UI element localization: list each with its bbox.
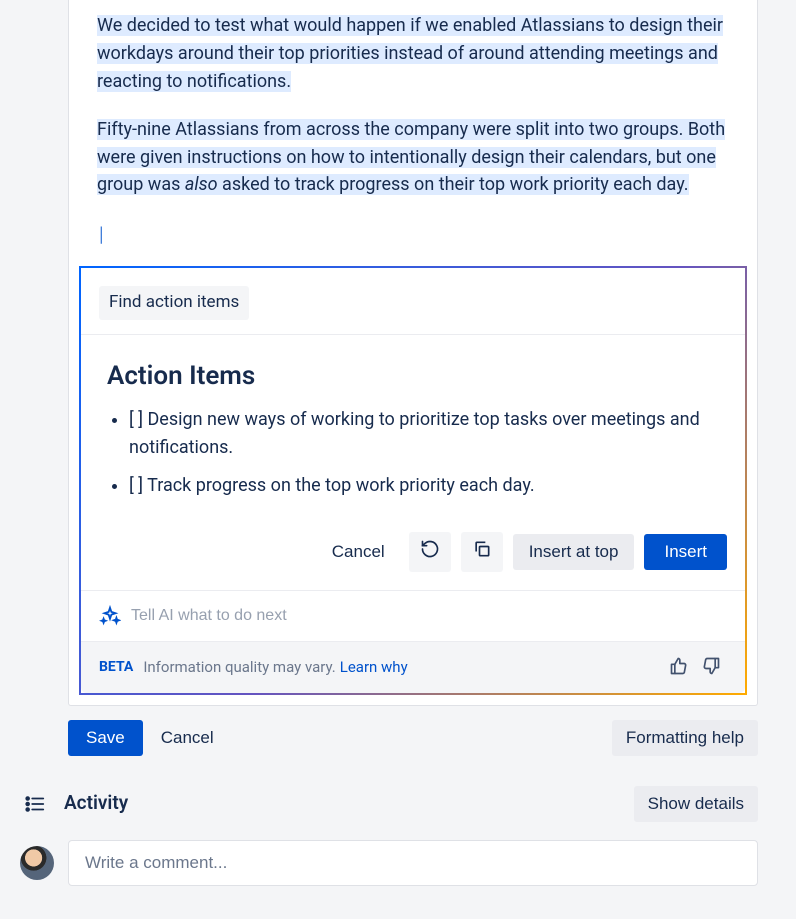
copy-button[interactable]	[461, 532, 503, 572]
ai-sparkle-icon	[99, 605, 121, 627]
thumbs-down-button[interactable]	[695, 652, 727, 683]
ai-footer: BETA Information quality may vary. Learn…	[81, 641, 745, 693]
save-button[interactable]: Save	[68, 720, 143, 756]
ai-response-body: Action Items [ ] Design new ways of work…	[81, 335, 745, 500]
text-cursor: |	[97, 219, 729, 250]
ai-followup-input[interactable]	[131, 607, 727, 625]
activity-header-row: Activity Show details	[20, 786, 758, 822]
document-text[interactable]: We decided to test what would happen if …	[69, 0, 757, 266]
comment-row	[20, 840, 758, 886]
show-details-button[interactable]: Show details	[634, 786, 758, 822]
comment-input[interactable]	[68, 840, 758, 886]
ai-prompt-row	[81, 590, 745, 641]
paragraph-1: We decided to test what would happen if …	[97, 15, 723, 92]
insert-button[interactable]: Insert	[644, 534, 727, 570]
thumbs-up-icon	[669, 664, 689, 679]
retry-button[interactable]	[409, 532, 451, 572]
activity-icon	[20, 793, 50, 815]
paragraph-2-em: also	[185, 174, 218, 195]
beta-badge: BETA	[99, 657, 133, 678]
avatar	[20, 846, 54, 880]
ai-action-bar: Cancel Insert at top Insert	[81, 510, 745, 590]
activity-title: Activity	[64, 789, 128, 818]
ai-response-heading: Action Items	[107, 357, 719, 396]
ai-info-text: Information quality may vary.	[143, 656, 335, 679]
ai-suggestion-panel: Find action items Action Items [ ] Desig…	[79, 266, 747, 694]
thumbs-down-icon	[701, 664, 721, 679]
learn-why-link[interactable]: Learn why	[340, 656, 408, 679]
formatting-help-button[interactable]: Formatting help	[612, 720, 758, 756]
copy-icon	[472, 539, 492, 564]
cancel-button[interactable]: Cancel	[318, 534, 399, 570]
cancel-edit-button[interactable]: Cancel	[161, 728, 214, 748]
insert-at-top-button[interactable]: Insert at top	[513, 534, 635, 570]
paragraph-2-post: asked to track progress on their top wor…	[218, 174, 689, 195]
list-item: [ ] Track progress on the top work prior…	[129, 472, 719, 500]
ai-tab-row: Find action items	[81, 268, 745, 334]
list-item: [ ] Design new ways of working to priori…	[129, 406, 719, 462]
editor-panel: We decided to test what would happen if …	[68, 0, 758, 706]
ai-active-command-chip[interactable]: Find action items	[99, 286, 249, 320]
thumbs-up-button[interactable]	[663, 652, 695, 683]
action-items-list: [ ] Design new ways of working to priori…	[107, 406, 719, 500]
retry-icon	[420, 539, 440, 564]
save-bar: Save Cancel Formatting help	[68, 720, 758, 756]
